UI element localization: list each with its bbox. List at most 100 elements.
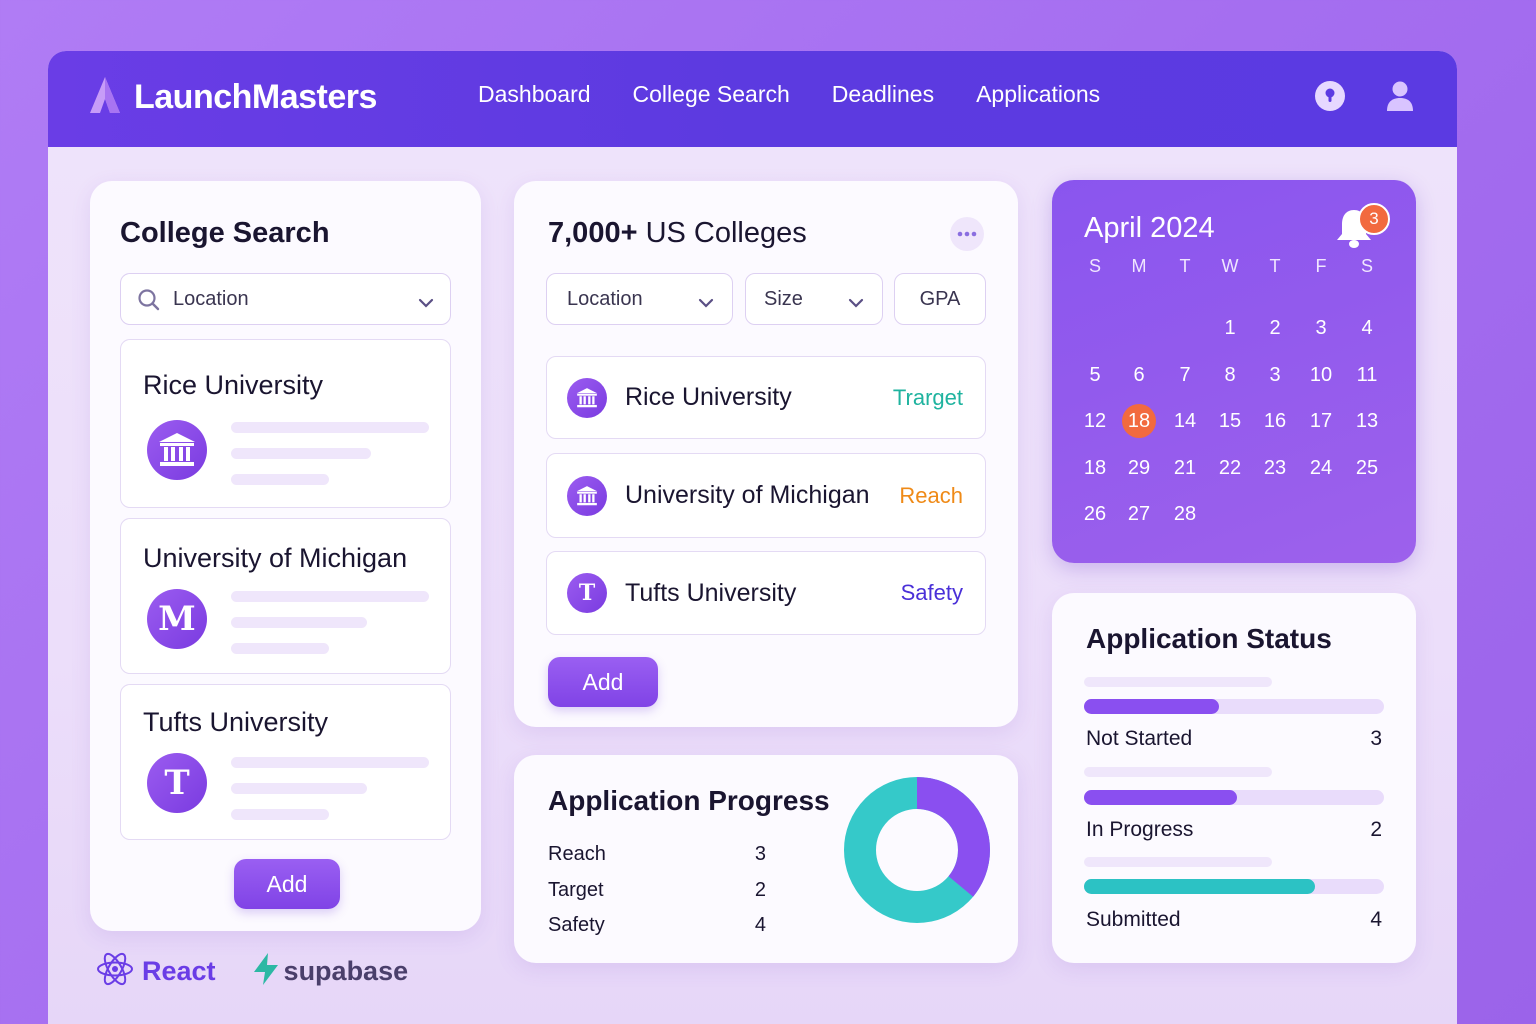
calendar-day[interactable]: 25 xyxy=(1347,448,1387,488)
placeholder-line xyxy=(231,783,367,794)
chevron-down-icon xyxy=(848,292,864,315)
progress-label: Target xyxy=(548,879,604,901)
calendar-day[interactable]: 2 xyxy=(1255,308,1295,348)
university-name: University of Michigan xyxy=(143,543,408,573)
location-filter[interactable]: Location xyxy=(546,273,733,325)
progress-label: Safety xyxy=(548,914,605,936)
calendar-day[interactable]: 24 xyxy=(1301,448,1341,488)
university-card[interactable]: University of Michigan M xyxy=(120,518,451,674)
institution-icon xyxy=(567,377,607,418)
calendar-day[interactable]: 1 xyxy=(1210,308,1250,348)
calendar-day[interactable]: 21 xyxy=(1165,448,1205,488)
launch-logo-icon xyxy=(88,75,122,120)
calendar-day[interactable]: 28 xyxy=(1165,494,1205,534)
placeholder-line xyxy=(231,591,429,602)
placeholder-line xyxy=(231,448,371,459)
top-icons xyxy=(1313,79,1417,113)
college-category-tag: Reach xyxy=(899,482,963,508)
status-value: 2 xyxy=(1370,818,1382,841)
location-select-label: Location xyxy=(173,287,249,310)
calendar-day[interactable]: 3 xyxy=(1255,355,1295,395)
nav-applications[interactable]: Applications xyxy=(976,81,1100,108)
location-filter-label: Location xyxy=(567,287,643,310)
gpa-filter[interactable]: GPA xyxy=(894,273,986,325)
nav-college-search[interactable]: College Search xyxy=(633,81,790,108)
supabase-text: supabase xyxy=(283,956,409,986)
calendar-weekday: T xyxy=(1269,255,1281,276)
calendar-day[interactable]: 4 xyxy=(1347,308,1387,348)
calendar-day[interactable]: 15 xyxy=(1210,401,1250,441)
calendar-day[interactable]: 8 xyxy=(1210,355,1250,395)
calendar-weekday: S xyxy=(1088,255,1101,276)
institution-icon xyxy=(567,475,607,516)
main-nav: Dashboard College Search Deadlines Appli… xyxy=(478,81,1142,108)
location-select[interactable]: Location xyxy=(120,273,451,325)
react-icon xyxy=(96,951,134,992)
calendar-weekday: S xyxy=(1360,255,1373,276)
calendar-day[interactable]: 27 xyxy=(1119,494,1159,534)
college-name: University of Michigan xyxy=(625,481,870,509)
calendar-day[interactable]: 6 xyxy=(1119,355,1159,395)
brand[interactable]: LaunchMasters xyxy=(88,75,377,120)
college-search-title: College Search xyxy=(120,217,330,249)
calendar-day[interactable]: 13 xyxy=(1347,401,1387,441)
university-logo-t: T xyxy=(147,753,207,813)
university-card[interactable]: Rice University xyxy=(120,339,451,508)
status-value: 4 xyxy=(1370,908,1382,931)
colleges-count: 7,000+ xyxy=(548,217,638,249)
calendar-day[interactable]: 18 xyxy=(1075,448,1115,488)
progress-title: Application Progress xyxy=(548,785,830,816)
user-icon[interactable] xyxy=(1383,79,1417,113)
college-name: Rice University xyxy=(625,383,792,411)
calendar-day[interactable]: 14 xyxy=(1165,401,1205,441)
status-progress-track xyxy=(1084,699,1384,714)
help-icon[interactable] xyxy=(1313,79,1347,113)
react-logo: React xyxy=(96,951,216,992)
nav-dashboard[interactable]: Dashboard xyxy=(478,81,591,108)
colleges-title: 7,000+ US Colleges xyxy=(548,217,807,250)
college-row[interactable]: Rice University Trarget xyxy=(546,356,986,439)
calendar-day[interactable]: 23 xyxy=(1255,448,1295,488)
calendar-day[interactable]: 10 xyxy=(1301,355,1341,395)
calendar-day[interactable]: 16 xyxy=(1255,401,1295,441)
progress-row: Target 2 xyxy=(548,879,778,902)
calendar-day-selected[interactable]: 18 xyxy=(1122,404,1156,438)
university-name: Tufts University xyxy=(143,707,329,737)
status-label: In Progress xyxy=(1086,818,1194,841)
status-progress-fill xyxy=(1084,879,1315,894)
progress-value: 2 xyxy=(754,879,766,901)
nav-deadlines[interactable]: Deadlines xyxy=(832,81,934,108)
add-college-button[interactable]: Add xyxy=(234,859,340,909)
calendar-day[interactable]: 26 xyxy=(1075,494,1115,534)
add-button[interactable]: Add xyxy=(548,657,658,707)
calendar-day[interactable]: 12 xyxy=(1075,401,1115,441)
placeholder-line xyxy=(231,617,367,628)
status-title: Application Status xyxy=(1086,623,1332,654)
calendar-weekday: F xyxy=(1315,255,1327,276)
college-row[interactable]: University of Michigan Reach xyxy=(546,453,986,538)
calendar-day[interactable]: 22 xyxy=(1210,448,1250,488)
placeholder-line xyxy=(231,643,329,654)
size-filter[interactable]: Size xyxy=(745,273,883,325)
calendar-weekday: M xyxy=(1131,255,1147,276)
app-title: LaunchMasters xyxy=(134,78,377,116)
status-progress-fill xyxy=(1084,699,1219,714)
calendar-day[interactable]: 7 xyxy=(1165,355,1205,395)
university-name: Rice University xyxy=(143,370,324,400)
supabase-logo: supabase xyxy=(252,952,409,991)
calendar-day[interactable]: 29 xyxy=(1119,448,1159,488)
university-logo-t: T xyxy=(567,573,607,613)
calendar-day[interactable]: 18 xyxy=(1119,401,1159,441)
progress-label: Reach xyxy=(548,843,606,865)
more-options-icon[interactable] xyxy=(950,217,984,251)
college-row[interactable]: T Tufts University Safety xyxy=(546,551,986,635)
gpa-filter-label: GPA xyxy=(919,287,961,310)
university-card[interactable]: Tufts University T xyxy=(120,684,451,840)
calendar-day[interactable]: 5 xyxy=(1075,355,1115,395)
calendar-card: April 2024 3 S M T W T F S 1 2 3 4 5 6 7 8 3 10 11 12 18 14 1… xyxy=(1052,180,1416,563)
calendar-day[interactable]: 11 xyxy=(1347,355,1387,395)
calendar-day[interactable]: 17 xyxy=(1301,401,1341,441)
calendar-day[interactable]: 3 xyxy=(1301,308,1341,348)
react-text: React xyxy=(142,956,216,986)
application-progress-card: Application Progress Reach 3 Target 2 Sa… xyxy=(514,755,1018,963)
